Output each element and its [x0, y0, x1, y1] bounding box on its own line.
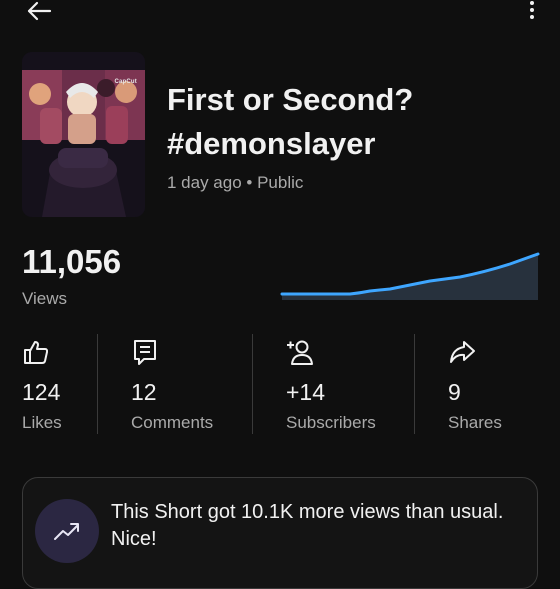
more-vertical-icon — [530, 1, 534, 19]
views-trend-chart[interactable] — [280, 248, 540, 300]
views-count: 11,056 — [22, 243, 122, 280]
subscribers-count: +14 — [286, 379, 326, 405]
likes-label: Likes — [22, 413, 62, 432]
arrow-left-icon — [27, 1, 52, 21]
likes-count: 124 — [22, 379, 61, 405]
subscribers-label: Subscribers — [286, 413, 376, 432]
more-options-button[interactable] — [526, 0, 538, 26]
thumbnail-watermark: CapCut — [114, 79, 137, 85]
insight-text: This Short got 10.1K more views than usu… — [111, 501, 504, 550]
insight-banner[interactable]: This Short got 10.1K more views than usu… — [22, 477, 538, 589]
add-person-icon — [287, 340, 313, 365]
shares-label: Shares — [448, 413, 502, 432]
engagement-stats: 124 Likes 12 Comments +14 Subscribers 9 … — [0, 334, 560, 434]
shares-count: 9 — [448, 379, 461, 405]
back-button[interactable] — [24, 0, 54, 26]
stat-divider — [252, 334, 253, 434]
insight-icon-badge — [35, 499, 99, 563]
trending-up-icon — [54, 523, 79, 540]
video-title: First or Second? #demonslayer — [167, 82, 414, 161]
thumbnail-artwork — [22, 52, 145, 217]
stat-divider — [97, 334, 98, 434]
top-app-bar — [0, 0, 560, 30]
comments-count: 12 — [131, 379, 157, 405]
video-thumbnail[interactable]: CapCut — [22, 52, 145, 217]
thumbs-up-icon — [24, 341, 49, 364]
comment-icon — [134, 340, 156, 365]
views-label: Views — [22, 289, 68, 308]
video-meta: 1 day ago • Public — [167, 173, 304, 192]
stat-divider — [414, 334, 415, 434]
share-icon — [450, 341, 475, 363]
comments-label: Comments — [131, 413, 214, 432]
